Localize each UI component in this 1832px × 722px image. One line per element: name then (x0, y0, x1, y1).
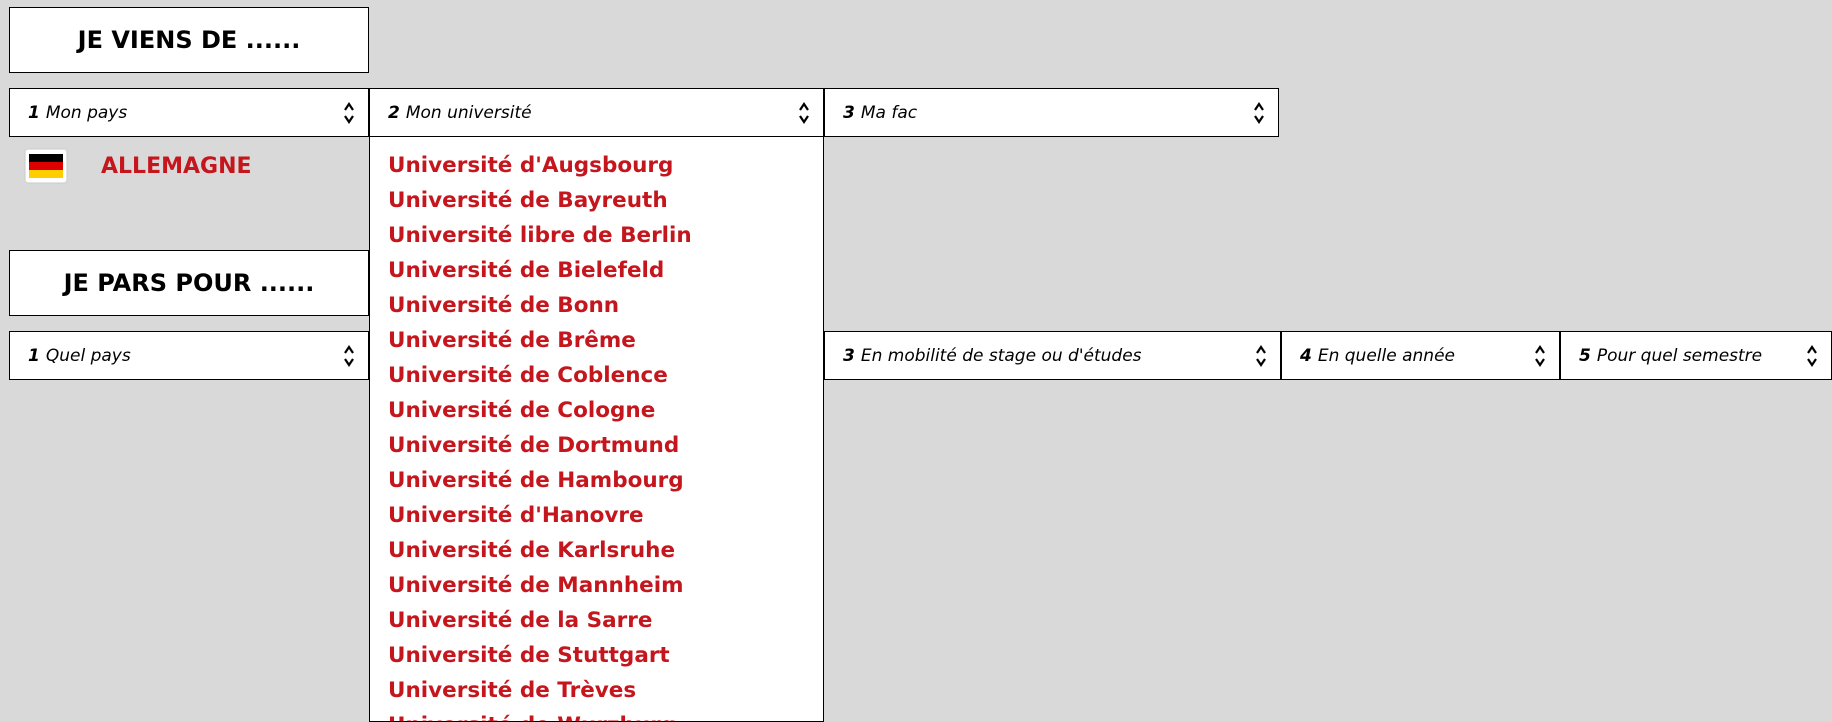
semester-select[interactable]: 5 Pour quel semestre (1560, 331, 1832, 380)
selected-country-name: ALLEMAGNE (101, 153, 252, 179)
university-option[interactable]: Université de Hambourg (388, 463, 823, 498)
page: JE VIENS DE ...... 1 Mon pays 2 Mon univ… (0, 0, 1832, 722)
university-option[interactable]: Université de Cologne (388, 393, 823, 428)
field-number: 3 (843, 102, 855, 123)
spinner-icon[interactable] (342, 341, 356, 371)
selected-country: ALLEMAGNE (25, 148, 252, 184)
field-label: Quel pays (45, 345, 131, 366)
university-option[interactable]: Université de Coblence (388, 358, 823, 393)
from-section-title: JE VIENS DE ...... (9, 7, 369, 73)
country-select[interactable]: 1 Mon pays (9, 88, 369, 137)
university-select[interactable]: 2 Mon université (369, 88, 824, 137)
year-select[interactable]: 4 En quelle année (1281, 331, 1560, 380)
university-option[interactable]: Université d'Augsbourg (388, 148, 823, 183)
spinner-icon[interactable] (1254, 341, 1268, 371)
university-option[interactable]: Université de Dortmund (388, 428, 823, 463)
university-option[interactable]: Université de Bayreuth (388, 183, 823, 218)
spinner-icon[interactable] (797, 98, 811, 128)
to-section-title: JE PARS POUR ...... (9, 250, 369, 316)
spinner-icon[interactable] (1533, 341, 1547, 371)
mobility-type-select[interactable]: 3 En mobilité de stage ou d'études (824, 331, 1281, 380)
university-option[interactable]: Université libre de Berlin (388, 218, 823, 253)
university-option[interactable]: Université de Bielefeld (388, 253, 823, 288)
field-label: Pour quel semestre (1596, 345, 1763, 366)
university-option[interactable]: Université de Bonn (388, 288, 823, 323)
field-number: 2 (388, 102, 400, 123)
from-title-text: JE VIENS DE ...... (77, 26, 301, 54)
field-number: 3 (843, 345, 855, 366)
field-label: Ma fac (860, 102, 918, 123)
university-option[interactable]: Université de Wurzburg (388, 708, 823, 721)
spinner-icon[interactable] (342, 98, 356, 128)
university-option[interactable]: Université de la Sarre (388, 603, 823, 638)
field-label: Mon université (405, 102, 532, 123)
field-label: En quelle année (1317, 345, 1455, 366)
spinner-icon[interactable] (1252, 98, 1266, 128)
university-option[interactable]: Université de Karlsruhe (388, 533, 823, 568)
destination-country-select[interactable]: 1 Quel pays (9, 331, 369, 380)
university-option[interactable]: Université de Stuttgart (388, 638, 823, 673)
field-number: 4 (1300, 345, 1312, 366)
germany-flag-icon (25, 149, 67, 183)
university-option[interactable]: Université de Brême (388, 323, 823, 358)
to-title-text: JE PARS POUR ...... (63, 269, 315, 297)
field-number: 1 (28, 102, 40, 123)
university-option[interactable]: Université de Mannheim (388, 568, 823, 603)
university-option[interactable]: Université de Trèves (388, 673, 823, 708)
spinner-icon[interactable] (1805, 341, 1819, 371)
field-number: 1 (28, 345, 40, 366)
field-label: Mon pays (45, 102, 128, 123)
faculty-select[interactable]: 3 Ma fac (824, 88, 1279, 137)
field-number: 5 (1579, 345, 1591, 366)
field-label: En mobilité de stage ou d'études (860, 345, 1142, 366)
university-option[interactable]: Université d'Hanovre (388, 498, 823, 533)
university-dropdown-list[interactable]: Université d'Augsbourg Université de Bayr… (369, 137, 824, 722)
